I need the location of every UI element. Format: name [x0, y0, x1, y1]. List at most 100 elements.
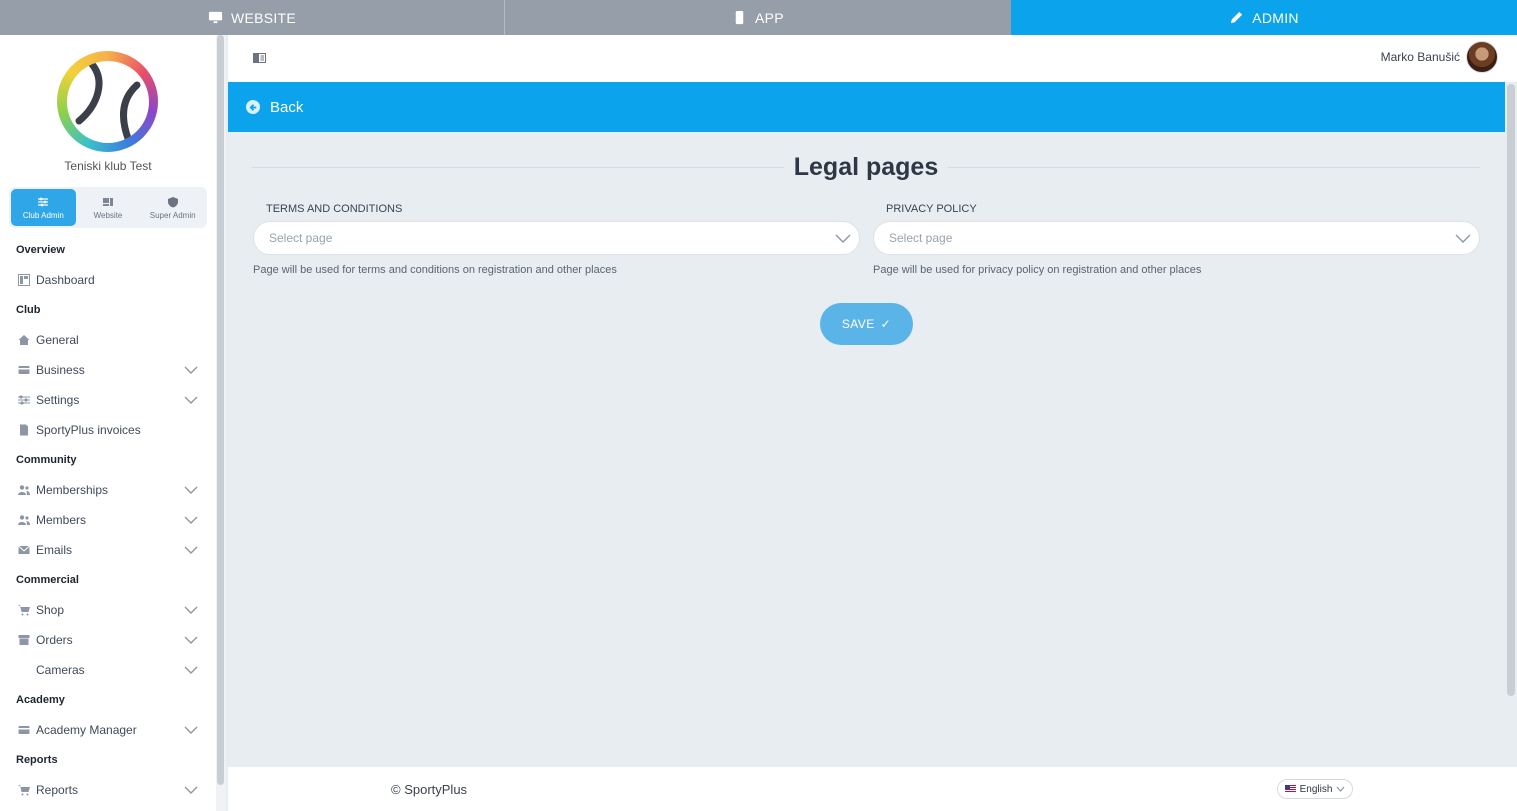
- chevron-down-icon[interactable]: [184, 394, 198, 404]
- sidebar-toggle-icon[interactable]: [253, 51, 266, 63]
- sidebar-item-general[interactable]: General: [0, 325, 216, 355]
- layout-icon: [103, 197, 113, 206]
- sidebar-item-label: Emails: [36, 543, 73, 557]
- sliders-icon: [18, 394, 30, 406]
- language-label: English: [1299, 783, 1333, 795]
- credit-card-icon: [18, 724, 30, 736]
- user-name[interactable]: Marko Banušić: [1381, 50, 1460, 64]
- mode-bar: WEBSITE APP ADMIN: [0, 0, 1517, 35]
- sidebar-item-orders[interactable]: Orders: [0, 625, 216, 655]
- users-icon: [18, 484, 30, 496]
- save-label: SAVE: [841, 317, 875, 331]
- chevron-down-icon[interactable]: [184, 664, 198, 674]
- sidebar-item-label: Shop: [36, 603, 65, 617]
- chevron-down-icon: [835, 233, 851, 244]
- privacy-select[interactable]: Select page: [873, 221, 1480, 255]
- role-club-admin-label: Club Admin: [22, 210, 64, 220]
- chevron-down-icon[interactable]: [184, 634, 198, 644]
- check-icon: ✓: [880, 317, 892, 331]
- terms-select[interactable]: Select page: [253, 221, 860, 255]
- divider: [252, 166, 784, 168]
- privacy-select-placeholder: Select page: [889, 231, 953, 245]
- sidebar-nav: Overview Dashboard Club General Business…: [0, 235, 216, 805]
- sidebar-scrollbar[interactable]: [217, 35, 224, 785]
- role-switcher: Club Admin Website Super Admin: [9, 187, 207, 228]
- section-academy: Academy: [16, 694, 65, 706]
- users-icon: [18, 514, 30, 526]
- role-website[interactable]: Website: [76, 189, 141, 226]
- monitor-icon: [208, 11, 222, 24]
- sidebar-item-label: Memberships: [36, 483, 109, 497]
- sidebar-item-memberships[interactable]: Memberships: [0, 475, 216, 505]
- divider: [948, 166, 1480, 168]
- chevron-down-icon: [1455, 233, 1471, 244]
- sidebar-item-label: Academy Manager: [36, 723, 137, 737]
- sidebar-item-dashboard[interactable]: Dashboard: [0, 265, 216, 295]
- tab-app[interactable]: APP: [505, 0, 1011, 35]
- sidebar-item-label: Cameras: [36, 663, 85, 677]
- sidebar-item-business[interactable]: Business: [0, 355, 216, 385]
- sidebar-item-academy-manager[interactable]: Academy Manager: [0, 715, 216, 745]
- sidebar-item-cameras[interactable]: Cameras: [0, 655, 216, 685]
- role-club-admin[interactable]: Club Admin: [11, 189, 76, 226]
- pencil-icon: [1231, 11, 1243, 24]
- cart-icon: [18, 604, 30, 616]
- club-name: Teniski klub Test: [64, 159, 152, 173]
- sidebar-item-label: Settings: [36, 393, 80, 407]
- sidebar-item-label: Dashboard: [36, 273, 95, 287]
- home-icon: [18, 334, 30, 346]
- tab-website-label: WEBSITE: [230, 9, 297, 26]
- chevron-down-icon[interactable]: [184, 364, 198, 374]
- camera-icon: [18, 664, 30, 676]
- footer: © SportyPlus English: [228, 767, 1517, 811]
- chevron-down-icon[interactable]: [184, 604, 198, 614]
- sidebar-item-shop[interactable]: Shop: [0, 595, 216, 625]
- tab-admin[interactable]: ADMIN: [1011, 0, 1517, 35]
- terms-select-placeholder: Select page: [269, 231, 333, 245]
- sidebar-item-settings[interactable]: Settings: [0, 385, 216, 415]
- tab-website[interactable]: WEBSITE: [0, 0, 505, 35]
- tab-admin-label: ADMIN: [1252, 9, 1299, 26]
- terms-field: TERMS AND CONDITIONS Select page Page wi…: [253, 203, 860, 276]
- top-header: Marko Banušić: [228, 35, 1517, 82]
- terms-help-text: Page will be used for terms and conditio…: [253, 264, 617, 276]
- chevron-down-icon[interactable]: [184, 514, 198, 524]
- main-scrollbar[interactable]: [1507, 84, 1515, 696]
- sidebar-item-emails[interactable]: Emails: [0, 535, 216, 565]
- back-button[interactable]: Back: [228, 82, 1505, 132]
- chevron-down-icon[interactable]: [184, 484, 198, 494]
- page-title: Legal pages: [793, 152, 939, 181]
- sidebar-item-members[interactable]: Members: [0, 505, 216, 535]
- chevron-down-icon[interactable]: [184, 544, 198, 554]
- language-selector[interactable]: English: [1277, 779, 1353, 799]
- tab-app-label: APP: [755, 9, 784, 26]
- sliders-icon: [38, 197, 49, 206]
- section-commercial: Commercial: [16, 574, 79, 586]
- sidebar-item-invoices[interactable]: SportyPlus invoices: [0, 415, 216, 445]
- envelope-icon: [18, 544, 30, 556]
- section-reports: Reports: [16, 754, 58, 766]
- box-icon: [18, 634, 30, 646]
- role-website-label: Website: [93, 210, 123, 220]
- privacy-help-text: Page will be used for privacy policy on …: [873, 264, 1202, 276]
- phone-icon: [735, 10, 744, 25]
- chevron-down-icon: [1336, 786, 1345, 792]
- cart-icon: [18, 784, 30, 796]
- avatar[interactable]: [1466, 41, 1498, 73]
- role-super-admin-label: Super Admin: [149, 210, 196, 220]
- dashboard-icon: [18, 274, 30, 286]
- us-flag-icon: [1284, 785, 1296, 793]
- arrow-left-icon: [246, 100, 260, 114]
- credit-card-icon: [18, 364, 30, 376]
- copyright: © SportyPlus: [391, 782, 468, 797]
- role-super-admin[interactable]: Super Admin: [140, 189, 205, 226]
- save-button[interactable]: SAVE ✓: [820, 303, 913, 345]
- sidebar-item-label: Members: [36, 513, 87, 527]
- sidebar-item-reports[interactable]: Reports: [0, 775, 216, 805]
- privacy-field: PRIVACY POLICY Select page Page will be …: [873, 203, 1480, 276]
- sidebar-item-label: Business: [36, 363, 85, 377]
- chevron-down-icon[interactable]: [184, 784, 198, 794]
- sidebar-item-label: SportyPlus invoices: [36, 423, 141, 437]
- back-label: Back: [270, 98, 304, 116]
- chevron-down-icon[interactable]: [184, 724, 198, 734]
